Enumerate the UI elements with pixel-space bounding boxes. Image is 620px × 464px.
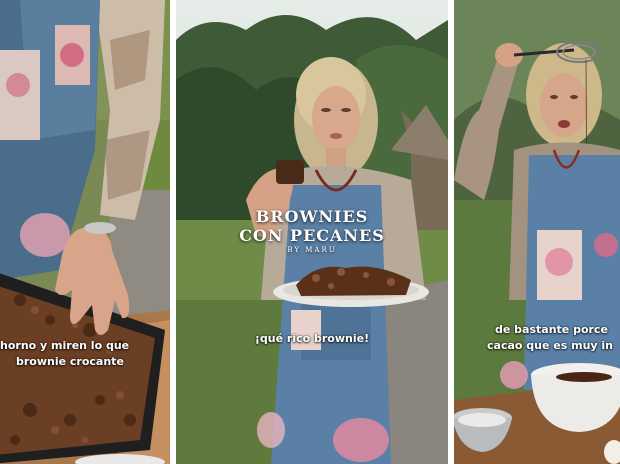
caption: ¡qué rico brownie! bbox=[254, 332, 370, 345]
recipe-byline: BY MARU bbox=[287, 246, 337, 254]
caption-line-2: brownie crocante bbox=[16, 355, 124, 368]
caption-line-1: de bastante porce bbox=[495, 323, 608, 336]
tray-photo bbox=[0, 0, 170, 464]
whisk-photo bbox=[454, 0, 620, 464]
caption-line-2: cacao que es muy in bbox=[487, 339, 614, 352]
photo-panel-plate: BROWNIES CON PECANES BY MARU ¡qué rico b… bbox=[176, 0, 448, 464]
photo-panel-tray: horno y miren lo que brownie crocante bbox=[0, 0, 170, 464]
photo-panel-whisk: de bastante porce cacao que es muy in bbox=[454, 0, 620, 464]
recipe-title-line-1: BROWNIES bbox=[255, 207, 369, 226]
recipe-title-line-2: CON PECANES bbox=[239, 226, 385, 245]
caption-line-1: horno y miren lo que bbox=[0, 339, 130, 352]
